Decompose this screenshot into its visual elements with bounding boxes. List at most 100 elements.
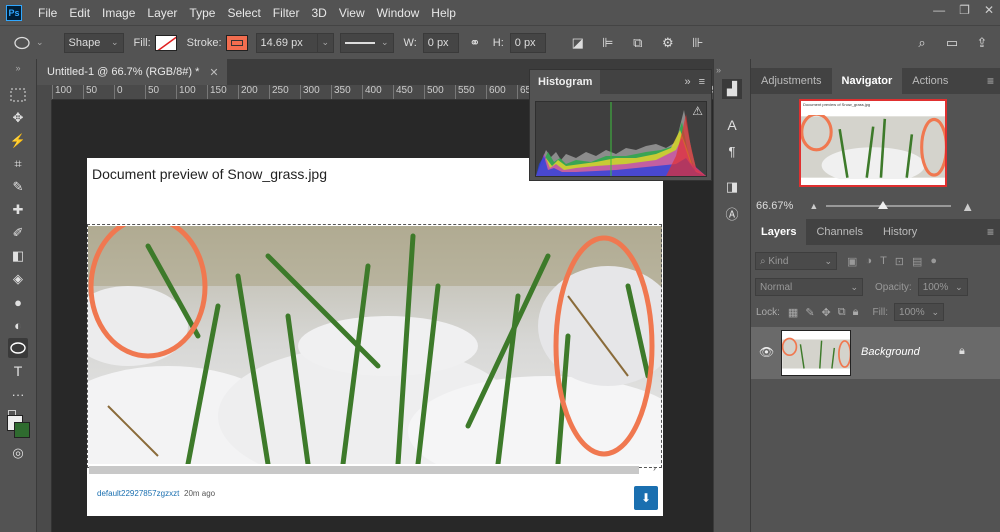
path-operations-icon[interactable]: ◪	[568, 33, 588, 53]
crop-tool-icon[interactable]: ⌗	[8, 154, 28, 174]
lock-transparent-icon[interactable]: ▦	[788, 306, 798, 319]
filter-adjustment-icon[interactable]: ◑	[865, 255, 872, 267]
blur-tool-icon[interactable]: ●	[8, 292, 28, 312]
stroke-width-dropdown[interactable]: ⌄	[317, 32, 334, 53]
filter-toggle-icon[interactable]: ●	[930, 255, 937, 267]
filter-type-icon[interactable]: T	[880, 255, 887, 267]
tab-history[interactable]: History	[873, 219, 927, 245]
tab-actions[interactable]: Actions	[902, 68, 958, 94]
visibility-eye-icon[interactable]: 👁︎	[759, 345, 774, 359]
scroll-right-icon[interactable]: ›	[653, 463, 656, 473]
stroke-width-field[interactable]: 14.69 px	[255, 32, 318, 53]
tool-preset-picker[interactable]: ⌄	[14, 36, 44, 50]
character-styles-icon[interactable]: Ⓐ	[722, 203, 742, 223]
lock-position-icon[interactable]: ✥	[822, 306, 831, 319]
zoom-slider[interactable]	[826, 201, 952, 209]
blend-mode-dropdown[interactable]: Normal ⌄	[755, 278, 863, 296]
fill-swatch[interactable]	[154, 34, 177, 51]
tab-navigator[interactable]: Navigator	[831, 68, 903, 94]
panel-menu-icon[interactable]: ≡	[987, 74, 994, 88]
menu-image[interactable]: Image	[96, 6, 141, 20]
menu-window[interactable]: Window	[371, 6, 426, 20]
filter-image-icon[interactable]: ▣	[847, 255, 857, 268]
eraser-tool-icon[interactable]: ◧	[8, 246, 28, 266]
tab-channels[interactable]: Channels	[806, 219, 872, 245]
histogram-panel-icon[interactable]: ▟	[722, 79, 742, 99]
ruler-origin[interactable]	[37, 85, 52, 100]
menu-edit[interactable]: Edit	[63, 6, 96, 20]
link-icon[interactable]: ⚭	[465, 33, 485, 53]
tool-mode-dropdown[interactable]: Shape ⌄	[63, 32, 124, 53]
share-icon[interactable]: ⇪	[972, 33, 992, 53]
eyedropper-tool-icon[interactable]: ✎	[8, 177, 28, 197]
panel-menu-icon[interactable]: ≡	[699, 76, 705, 88]
menu-file[interactable]: File	[32, 6, 63, 20]
stroke-swatch[interactable]	[225, 34, 248, 51]
move-tool-icon[interactable]: ✥	[8, 108, 28, 128]
height-field[interactable]: 0 px	[509, 32, 546, 53]
menu-select[interactable]: Select	[221, 6, 266, 20]
collapse-icon[interactable]: »	[684, 76, 690, 88]
panel-menu-icon[interactable]: ≡	[987, 225, 994, 239]
background-color-swatch[interactable]	[14, 422, 30, 438]
path-arrangement-icon[interactable]: ⧉	[628, 33, 648, 53]
stroke-type-dropdown[interactable]: ⌄	[339, 32, 394, 53]
filter-smart-object-icon[interactable]: ▤	[912, 255, 922, 268]
close-icon[interactable]: ✕	[209, 66, 218, 79]
restore-icon[interactable]: ❐	[959, 3, 970, 17]
layer-kind-filter[interactable]: ⌕ Kind ⌄	[755, 252, 837, 270]
quick-mask-icon[interactable]: ◎	[8, 443, 28, 463]
glyphs-panel-icon[interactable]: ◨	[722, 177, 742, 197]
close-icon[interactable]: ✕	[984, 3, 994, 17]
lock-image-icon[interactable]: ✎	[805, 306, 814, 319]
dodge-tool-icon[interactable]: ◐	[8, 315, 28, 335]
healing-brush-tool-icon[interactable]: ✚	[8, 200, 28, 220]
workspace-icon[interactable]: ▭	[942, 33, 962, 53]
tab-layers[interactable]: Layers	[751, 219, 807, 245]
document-canvas[interactable]: Document preview of Snow_grass.jpg › def…	[87, 158, 663, 516]
menu-type[interactable]: Type	[183, 6, 221, 20]
gear-icon[interactable]: ⚙	[658, 33, 678, 53]
strip-grip[interactable]: »	[716, 65, 726, 75]
toolbar-grip[interactable]: »	[8, 63, 28, 73]
type-tool-icon[interactable]: T	[8, 361, 28, 381]
menu-3d[interactable]: 3D	[305, 6, 332, 20]
zoom-value[interactable]: 66.67%	[756, 200, 793, 212]
warning-icon[interactable]: ⚠	[692, 104, 703, 118]
layer-name[interactable]: Background	[861, 346, 920, 358]
preview-scrollbar[interactable]	[89, 466, 639, 474]
fill-field[interactable]: 100% ⌄	[894, 303, 945, 321]
minimize-icon[interactable]: —	[933, 3, 945, 17]
lock-all-icon[interactable]: 🔒︎	[853, 306, 859, 319]
histogram-tab[interactable]: Histogram	[530, 70, 601, 94]
tab-adjustments[interactable]: Adjustments	[751, 68, 832, 94]
source-link[interactable]: default22927857zgzxzt	[97, 489, 179, 498]
opacity-field[interactable]: 100% ⌄	[917, 278, 968, 296]
path-alignment-icon[interactable]: ⊫	[598, 33, 618, 53]
zoom-out-icon[interactable]: ▲	[809, 201, 818, 211]
ellipse-tool-icon[interactable]	[8, 338, 28, 358]
paint-bucket-tool-icon[interactable]: ◈	[8, 269, 28, 289]
brush-tool-icon[interactable]: ✐	[8, 223, 28, 243]
menu-help[interactable]: Help	[425, 6, 462, 20]
download-button[interactable]: ⬇	[634, 486, 658, 510]
more-tools-icon[interactable]: ···	[8, 384, 28, 404]
menu-layer[interactable]: Layer	[141, 6, 183, 20]
menu-view[interactable]: View	[333, 6, 371, 20]
zoom-in-icon[interactable]: ▲	[961, 199, 974, 214]
zoom-slider-handle[interactable]	[878, 201, 889, 209]
document-tab[interactable]: Untitled-1 @ 66.7% (RGB/8#) * ✕	[37, 59, 227, 85]
layer-row-background[interactable]: 👁︎ Background 🔒︎	[751, 327, 1000, 379]
lock-artboard-icon[interactable]: ⧉	[838, 306, 846, 319]
vertical-ruler[interactable]	[37, 100, 52, 532]
align-edges-icon[interactable]: ⊪	[688, 33, 708, 53]
search-icon[interactable]: ⌕	[912, 33, 932, 53]
marquee-tool-icon[interactable]	[8, 85, 28, 105]
menu-filter[interactable]: Filter	[267, 6, 306, 20]
magic-wand-tool-icon[interactable]: ⚡	[8, 131, 28, 151]
width-field[interactable]: 0 px	[422, 32, 459, 53]
filter-shape-icon[interactable]: ⊡	[895, 255, 904, 268]
paragraph-panel-icon[interactable]: ¶	[722, 141, 742, 161]
character-panel-icon[interactable]: A	[722, 115, 742, 135]
navigator-thumbnail[interactable]: Document preview of Snow_grass.jpg	[799, 99, 947, 187]
